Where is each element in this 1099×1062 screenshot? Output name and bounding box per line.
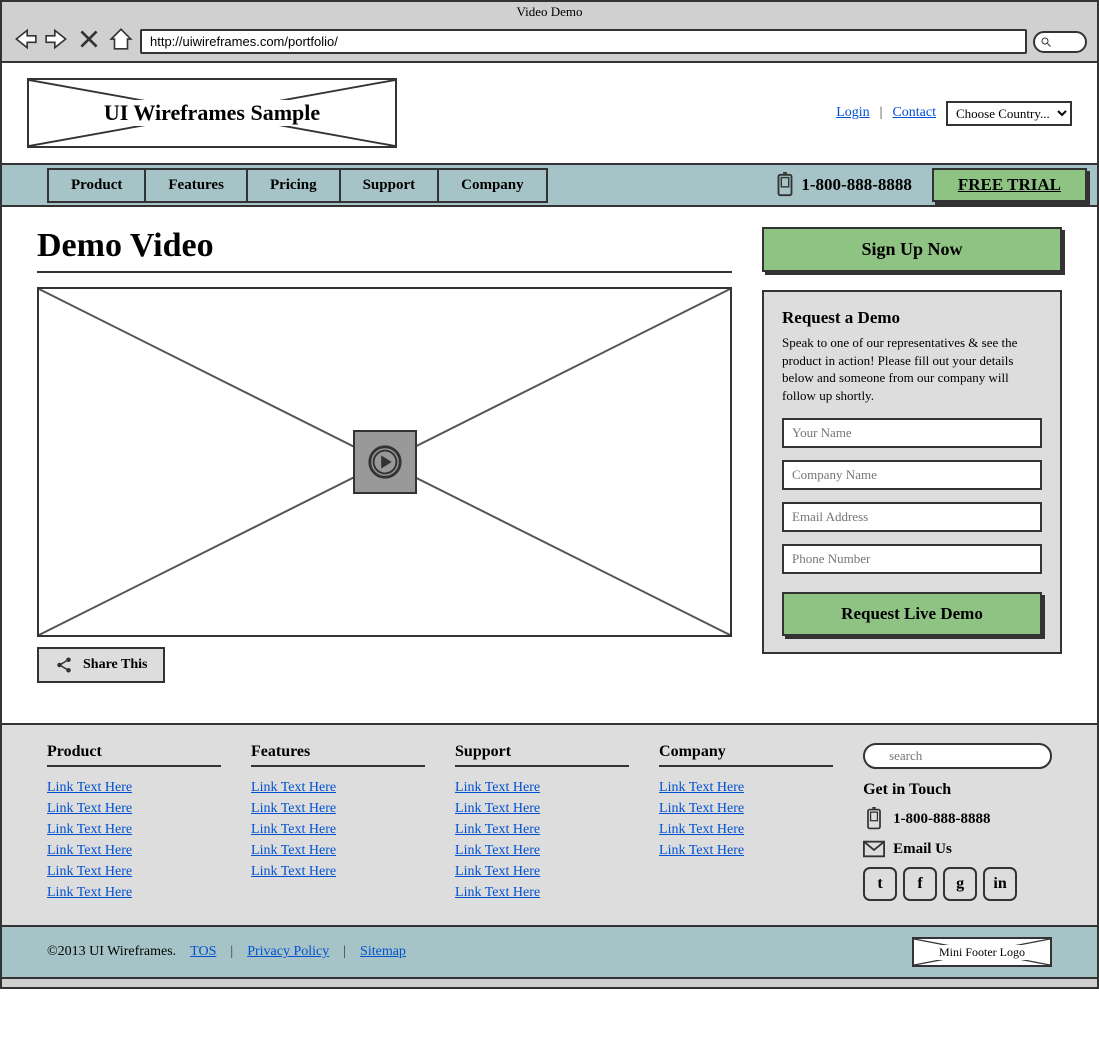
footer-link[interactable]: Link Text Here [455,840,629,861]
back-icon[interactable] [12,26,38,57]
nav-pricing[interactable]: Pricing [246,168,341,203]
footer-col-product: Product Link Text Here Link Text Here Li… [47,743,221,903]
footer-link[interactable]: Link Text Here [47,819,221,840]
footer-link[interactable]: Link Text Here [251,798,425,819]
footer-link[interactable]: Link Text Here [659,819,833,840]
phone-icon [863,807,885,831]
home-icon[interactable] [108,26,134,57]
play-button[interactable] [353,430,417,494]
share-button[interactable]: Share This [37,647,165,683]
browser-title: Video Demo [2,2,1097,22]
tos-link[interactable]: TOS [190,944,216,960]
stop-icon[interactable] [76,26,102,57]
footer-link[interactable]: Link Text Here [47,861,221,882]
footer-col-company: Company Link Text Here Link Text Here Li… [659,743,833,903]
play-icon [366,443,404,481]
footer-link[interactable]: Link Text Here [455,819,629,840]
copyright: ©2013 UI Wireframes. [47,944,176,960]
company-input[interactable] [782,460,1042,490]
page-title: Demo Video [37,227,732,265]
footer-link[interactable]: Link Text Here [455,861,629,882]
footer-link[interactable]: Link Text Here [455,777,629,798]
email-us-link[interactable]: Email Us [863,837,1052,861]
footer-link[interactable]: Link Text Here [47,840,221,861]
demo-heading: Request a Demo [782,308,1042,328]
nav-features[interactable]: Features [144,168,248,203]
footer-link[interactable]: Link Text Here [47,798,221,819]
browser-search[interactable] [1033,31,1087,53]
footer-link[interactable]: Link Text Here [455,798,629,819]
nav-company[interactable]: Company [437,168,548,203]
share-icon [55,656,73,674]
footer-link[interactable]: Link Text Here [47,882,221,903]
demo-form: Request a Demo Speak to one of our repre… [762,290,1062,654]
footer-link[interactable]: Link Text Here [455,882,629,903]
get-in-touch-heading: Get in Touch [863,781,1052,799]
forward-icon[interactable] [44,26,70,57]
request-demo-button[interactable]: Request Live Demo [782,592,1042,636]
footer: Product Link Text Here Link Text Here Li… [2,723,1097,925]
demo-blurb: Speak to one of our representatives & se… [782,334,1042,404]
nav-product[interactable]: Product [47,168,146,203]
name-input[interactable] [782,418,1042,448]
sitemap-link[interactable]: Sitemap [360,944,406,960]
footer-link[interactable]: Link Text Here [251,861,425,882]
bottom-bar: ©2013 UI Wireframes. TOS | Privacy Polic… [2,925,1097,977]
video-placeholder[interactable] [37,287,732,637]
footer-col-support: Support Link Text Here Link Text Here Li… [455,743,629,903]
phone-icon [775,172,795,198]
signup-button[interactable]: Sign Up Now [762,227,1062,272]
footer-col-features: Features Link Text Here Link Text Here L… [251,743,425,903]
mail-icon [863,837,885,861]
main-nav: Product Features Pricing Support Company… [2,163,1097,207]
footer-link[interactable]: Link Text Here [251,819,425,840]
logo[interactable]: UI Wireframes Sample [27,78,397,148]
phone-input[interactable] [782,544,1042,574]
twitter-icon[interactable]: t [863,867,897,901]
footer-link[interactable]: Link Text Here [659,798,833,819]
footer-phone: 1-800-888-8888 [863,807,1052,831]
contact-link[interactable]: Contact [892,105,936,121]
mini-footer-logo[interactable]: Mini Footer Logo [912,937,1052,967]
footer-link[interactable]: Link Text Here [251,840,425,861]
country-select[interactable]: Choose Country... [946,101,1072,126]
email-input[interactable] [782,502,1042,532]
facebook-icon[interactable]: f [903,867,937,901]
google-icon[interactable]: g [943,867,977,901]
privacy-link[interactable]: Privacy Policy [247,944,329,960]
free-trial-button[interactable]: FREE TRIAL [932,168,1087,202]
footer-search[interactable] [863,743,1052,769]
linkedin-icon[interactable]: in [983,867,1017,901]
nav-support[interactable]: Support [339,168,440,203]
resize-grip[interactable] [0,979,1099,989]
footer-link[interactable]: Link Text Here [251,777,425,798]
footer-link[interactable]: Link Text Here [659,840,833,861]
logo-text: UI Wireframes Sample [98,100,326,126]
footer-link[interactable]: Link Text Here [659,777,833,798]
login-link[interactable]: Login [836,105,869,121]
url-bar[interactable] [140,29,1027,54]
footer-link[interactable]: Link Text Here [47,777,221,798]
header-phone: 1-800-888-8888 [775,172,911,198]
